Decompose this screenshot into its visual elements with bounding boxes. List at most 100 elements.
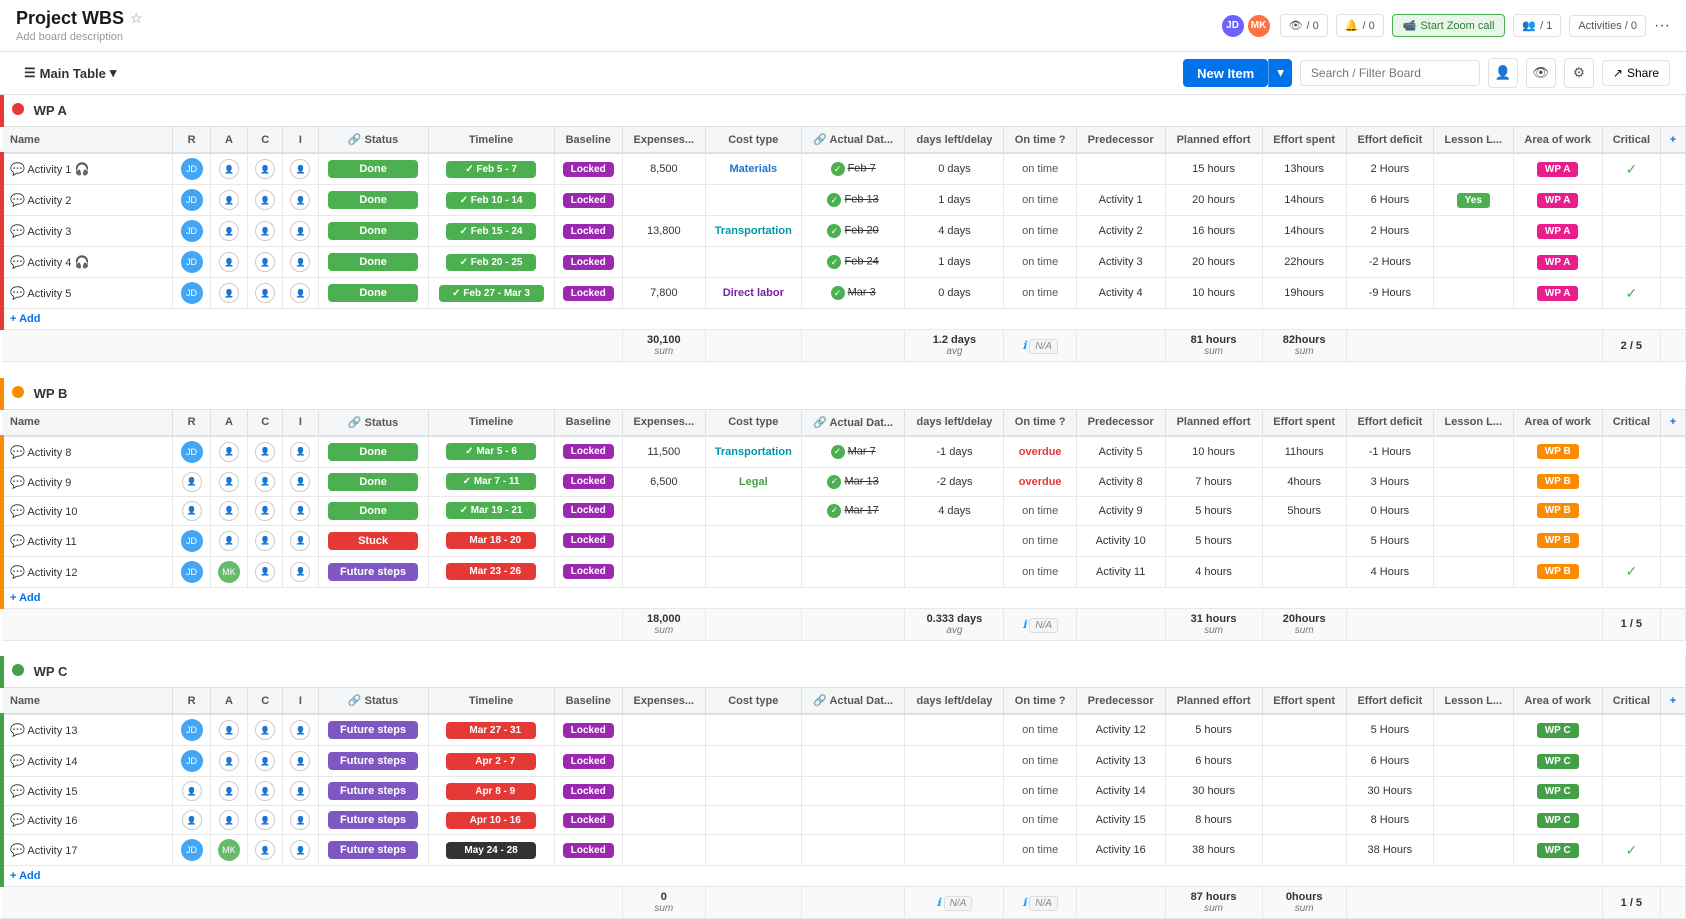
- c-cell[interactable]: 👤: [248, 746, 283, 777]
- add-label[interactable]: + Add: [2, 866, 1686, 887]
- r-cell[interactable]: JD: [173, 714, 210, 746]
- col-add-b[interactable]: +: [1660, 409, 1685, 436]
- i-cell[interactable]: 👤: [283, 247, 318, 278]
- i-cell[interactable]: 👤: [283, 714, 318, 746]
- chat-icon[interactable]: 💬: [10, 843, 25, 857]
- r-cell[interactable]: JD: [173, 247, 210, 278]
- c-cell[interactable]: 👤: [248, 216, 283, 247]
- add-label[interactable]: + Add: [2, 309, 1686, 330]
- i-cell[interactable]: 👤: [283, 467, 318, 496]
- summary-spent: 0hourssum: [1262, 887, 1346, 919]
- a-cell[interactable]: 👤: [210, 806, 247, 835]
- r-cell[interactable]: JD: [173, 278, 210, 309]
- r-cell[interactable]: JD: [173, 746, 210, 777]
- r-cell[interactable]: JD: [173, 216, 210, 247]
- a-cell[interactable]: 👤: [210, 185, 247, 216]
- group-header-wpa: WP A: [2, 95, 1686, 127]
- chat-icon[interactable]: 💬: [10, 445, 25, 459]
- i-cell[interactable]: 👤: [283, 525, 318, 556]
- chat-icon[interactable]: 💬: [10, 784, 25, 798]
- i-cell[interactable]: 👤: [283, 496, 318, 525]
- r-cell[interactable]: 👤: [173, 496, 210, 525]
- r-cell[interactable]: 👤: [173, 467, 210, 496]
- star-icon[interactable]: ☆: [130, 10, 143, 27]
- a-cell[interactable]: 👤: [210, 496, 247, 525]
- add-row-wpb[interactable]: + Add: [2, 587, 1686, 608]
- r-cell[interactable]: JD: [173, 835, 210, 866]
- col-add[interactable]: +: [1660, 127, 1685, 154]
- chat-icon[interactable]: 💬: [10, 193, 25, 207]
- a-cell[interactable]: 👤: [210, 436, 247, 468]
- new-item-dropdown-button[interactable]: ▾: [1268, 59, 1292, 87]
- chat-icon[interactable]: 💬: [10, 475, 25, 489]
- c-cell[interactable]: 👤: [248, 153, 283, 185]
- c-cell[interactable]: 👤: [248, 436, 283, 468]
- i-cell[interactable]: 👤: [283, 436, 318, 468]
- r-cell[interactable]: JD: [173, 436, 210, 468]
- c-cell[interactable]: 👤: [248, 278, 283, 309]
- search-input[interactable]: [1300, 60, 1480, 86]
- new-item-button[interactable]: New Item: [1183, 59, 1268, 87]
- r-cell[interactable]: JD: [173, 525, 210, 556]
- c-cell[interactable]: 👤: [248, 496, 283, 525]
- chat-icon[interactable]: 💬: [10, 286, 25, 300]
- area-cell: WP C: [1513, 714, 1602, 746]
- i-cell[interactable]: 👤: [283, 556, 318, 587]
- col-add-c[interactable]: +: [1660, 688, 1685, 715]
- chat-icon[interactable]: 💬: [10, 504, 25, 518]
- a-cell[interactable]: MK: [210, 556, 247, 587]
- r-cell[interactable]: JD: [173, 153, 210, 185]
- group-title-wpc[interactable]: WP C: [2, 656, 1686, 688]
- group-title-wpb[interactable]: WP B: [2, 378, 1686, 410]
- i-cell[interactable]: 👤: [283, 153, 318, 185]
- i-cell[interactable]: 👤: [283, 216, 318, 247]
- a-cell[interactable]: 👤: [210, 746, 247, 777]
- chat-icon[interactable]: 💬: [10, 754, 25, 768]
- add-row-wpc[interactable]: + Add: [2, 866, 1686, 887]
- chat-icon[interactable]: 💬: [10, 224, 25, 238]
- group-title-wpa[interactable]: WP A: [2, 95, 1686, 127]
- i-cell[interactable]: 👤: [283, 746, 318, 777]
- i-cell[interactable]: 👤: [283, 185, 318, 216]
- r-cell[interactable]: JD: [173, 185, 210, 216]
- c-cell[interactable]: 👤: [248, 525, 283, 556]
- user-filter-button[interactable]: 👤: [1488, 58, 1518, 88]
- r-cell[interactable]: JD: [173, 556, 210, 587]
- c-cell[interactable]: 👤: [248, 835, 283, 866]
- filter-button[interactable]: ⚙: [1564, 58, 1594, 88]
- c-cell[interactable]: 👤: [248, 556, 283, 587]
- a-cell[interactable]: 👤: [210, 467, 247, 496]
- a-cell[interactable]: 👤: [210, 714, 247, 746]
- chat-icon[interactable]: 💬: [10, 255, 25, 269]
- chat-icon[interactable]: 💬: [10, 723, 25, 737]
- c-cell[interactable]: 👤: [248, 806, 283, 835]
- i-cell[interactable]: 👤: [283, 278, 318, 309]
- i-cell[interactable]: 👤: [283, 806, 318, 835]
- more-options-button[interactable]: ···: [1654, 17, 1670, 35]
- a-cell[interactable]: 👤: [210, 153, 247, 185]
- add-row-wpa[interactable]: + Add: [2, 309, 1686, 330]
- a-cell[interactable]: 👤: [210, 216, 247, 247]
- chat-icon[interactable]: 💬: [10, 162, 25, 176]
- c-cell[interactable]: 👤: [248, 247, 283, 278]
- c-cell[interactable]: 👤: [248, 714, 283, 746]
- c-cell[interactable]: 👤: [248, 467, 283, 496]
- i-cell[interactable]: 👤: [283, 835, 318, 866]
- chat-icon[interactable]: 💬: [10, 813, 25, 827]
- add-label[interactable]: + Add: [2, 587, 1686, 608]
- a-cell[interactable]: MK: [210, 835, 247, 866]
- a-cell[interactable]: 👤: [210, 247, 247, 278]
- table-selector[interactable]: ☰ Main Table ▾: [16, 61, 124, 85]
- c-cell[interactable]: 👤: [248, 185, 283, 216]
- zoom-call-button[interactable]: 📹 Start Zoom call: [1392, 14, 1506, 37]
- chat-icon[interactable]: 💬: [10, 565, 25, 579]
- col-a: A: [210, 127, 247, 154]
- r-cell[interactable]: 👤: [173, 806, 210, 835]
- a-cell[interactable]: 👤: [210, 525, 247, 556]
- chat-icon[interactable]: 💬: [10, 534, 25, 548]
- share-button[interactable]: ↗ Share: [1602, 60, 1670, 86]
- area-cell: WP C: [1513, 806, 1602, 835]
- a-cell[interactable]: 👤: [210, 278, 247, 309]
- col-r-c: R: [173, 688, 210, 715]
- eye-toggle-button[interactable]: 👁: [1526, 58, 1556, 88]
